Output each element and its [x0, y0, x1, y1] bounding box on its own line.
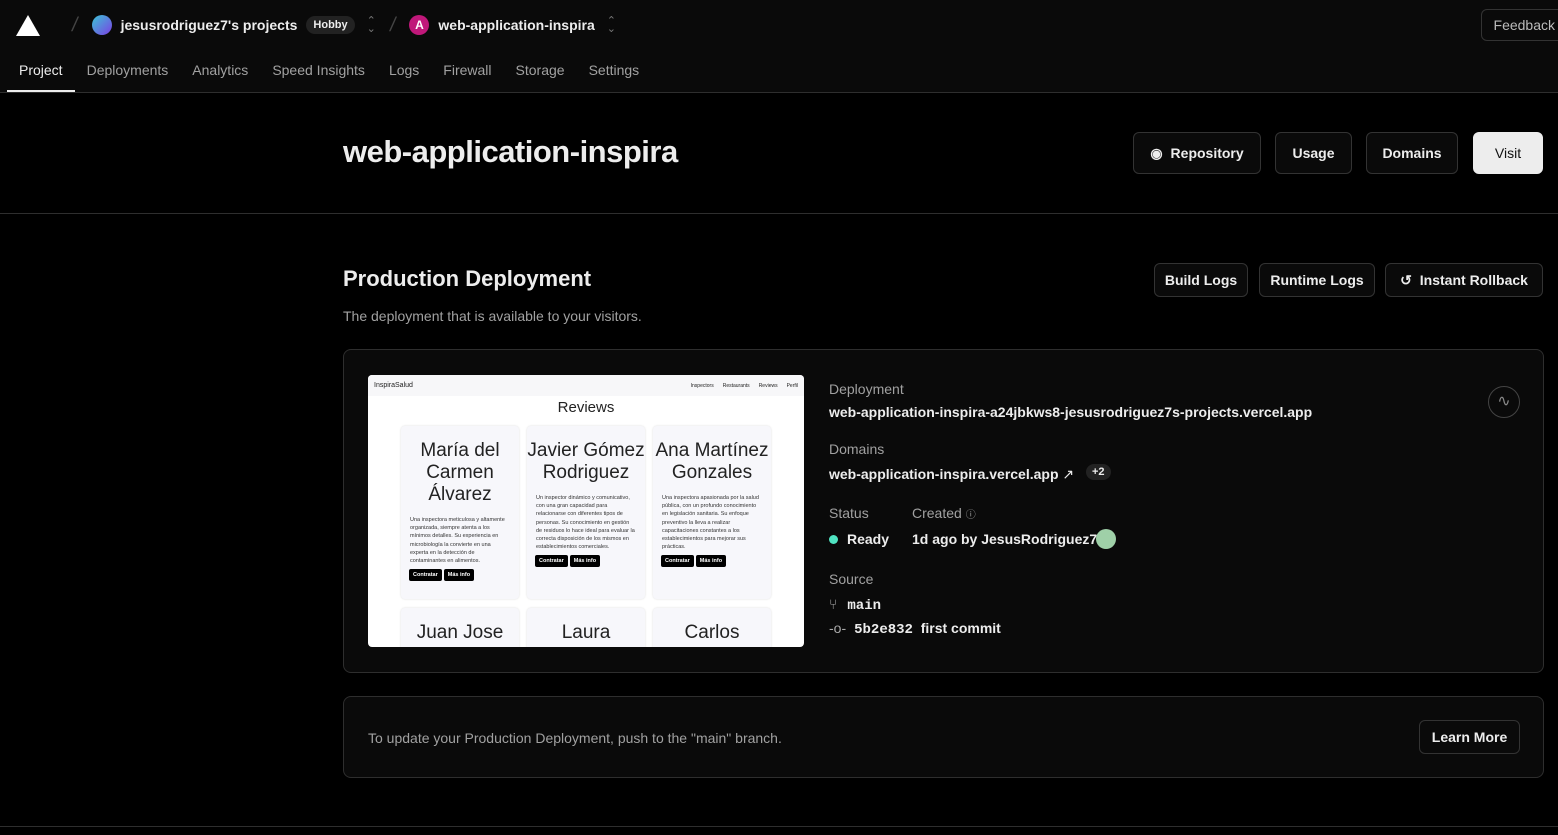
plan-badge: Hobby — [306, 16, 355, 34]
status-value: Ready — [829, 531, 889, 547]
card-name: Juan Jose — [416, 622, 504, 643]
card-name: Laura — [561, 622, 611, 643]
instant-rollback-button[interactable]: ↺ Instant Rollback — [1385, 263, 1543, 297]
tab-storage[interactable]: Storage — [504, 52, 577, 92]
tab-settings[interactable]: Settings — [577, 52, 652, 92]
preview-link: Inspectors — [690, 382, 714, 389]
card-name: María del Carmen Álvarez — [420, 440, 500, 505]
commit-hash: 5b2e832 — [854, 622, 913, 638]
preview-card: Javier Gómez Rodriguez Un inspector dinám… — [527, 426, 645, 599]
build-logs-button[interactable]: Build Logs — [1154, 263, 1248, 297]
deployment-url[interactable]: web-application-inspira-a24jbkws8-jesusr… — [829, 404, 1312, 420]
tab-speed-insights[interactable]: Speed Insights — [260, 52, 377, 92]
more-info-button: Más info — [695, 555, 727, 568]
created-label-text: Created — [912, 505, 962, 521]
divider — [0, 826, 1558, 827]
tab-firewall[interactable]: Firewall — [431, 52, 503, 92]
card-desc: Una inspectora meticulosa y altamente or… — [410, 517, 505, 565]
deployment-preview[interactable]: InspiraSalud Inspectors Restaurants Review… — [368, 375, 804, 647]
separator: / — [70, 13, 80, 36]
tab-logs[interactable]: Logs — [377, 52, 431, 92]
usage-button[interactable]: Usage — [1275, 132, 1352, 174]
preview-card: María del Carmen Álvarez Una inspectora m… — [401, 426, 519, 599]
source-label: Source — [829, 571, 874, 587]
created-value: 1d ago by JesusRodriguez7 — [912, 531, 1098, 547]
domains-label: Domains — [829, 441, 885, 457]
team-avatar — [91, 15, 112, 35]
status-text: Ready — [847, 531, 890, 547]
top-bar: / jesusrodriguez7's projects Hobby ⌃ ⌄ / … — [0, 0, 1558, 93]
hire-button: Contratar — [661, 555, 694, 568]
hire-button: Contratar — [409, 569, 442, 582]
git-branch-icon: ⑂ — [829, 596, 838, 612]
preview-title: Reviews — [557, 399, 615, 416]
domain-text: web-application-inspira.vercel.app — [829, 466, 1059, 482]
update-notice: To update your Production Deployment, pu… — [343, 696, 1544, 778]
repository-label: Repository — [1170, 145, 1244, 161]
project-avatar: A — [409, 15, 430, 35]
branch[interactable]: ⑂ main — [829, 596, 881, 614]
more-info-button: Más info — [569, 555, 601, 568]
deployment-card: InspiraSalud Inspectors Restaurants Review… — [343, 349, 1544, 673]
chevron-updown-icon[interactable]: ⌃ ⌄ — [607, 16, 616, 35]
hire-button: Contratar — [535, 555, 568, 568]
visit-button[interactable]: Visit — [1473, 132, 1543, 174]
card-name: Ana Martínez Gonzales — [655, 440, 769, 483]
preview-card: Ana Martínez Gonzales Una inspectora apas… — [653, 426, 771, 599]
branch-name: main — [847, 598, 882, 614]
created-label: Created ⓘ — [912, 505, 976, 521]
preview-card: Juan Jose — [401, 608, 519, 647]
runtime-logs-button[interactable]: Runtime Logs — [1259, 263, 1375, 297]
page-title: web-application-inspira — [343, 134, 678, 169]
card-name: Carlos — [684, 622, 740, 643]
feedback-button[interactable]: Feedback — [1480, 9, 1558, 41]
card-name: Javier Gómez Rodriguez — [527, 440, 645, 483]
status-dot — [829, 535, 838, 544]
deployment-label: Deployment — [829, 381, 904, 397]
separator: / — [388, 13, 398, 36]
team-switcher[interactable]: jesusrodriguez7's projects — [121, 17, 298, 33]
external-link-icon: ↗ — [1062, 466, 1075, 482]
extra-domains-badge[interactable]: +2 — [1086, 464, 1111, 480]
tab-analytics[interactable]: Analytics — [180, 52, 260, 92]
tab-project[interactable]: Project — [7, 52, 75, 92]
section-subtitle: The deployment that is available to your… — [343, 308, 642, 324]
notice-text: To update your Production Deployment, pu… — [368, 730, 782, 746]
preview-card: Carlos — [653, 608, 771, 647]
info-icon[interactable]: ⓘ — [966, 510, 976, 521]
project-switcher[interactable]: web-application-inspira — [438, 17, 594, 33]
tab-deployments[interactable]: Deployments — [75, 52, 181, 92]
preview-brand: InspiraSalud — [374, 382, 413, 389]
section-title: Production Deployment — [343, 266, 592, 291]
status-label: Status — [829, 505, 869, 521]
card-desc: Una inspectora apasionada por la salud p… — [662, 495, 759, 551]
commit-message: first commit — [920, 620, 1001, 636]
rollback-label: Instant Rollback — [1419, 272, 1528, 288]
learn-more-button[interactable]: Learn More — [1419, 720, 1520, 754]
more-info-button: Más info — [443, 569, 475, 582]
preview-link: Restaurants — [722, 382, 750, 389]
user-avatar — [1096, 529, 1116, 549]
card-desc: Un inspector dinámico y comunicativo, co… — [536, 495, 635, 551]
rollback-icon: ↺ — [1400, 271, 1412, 288]
preview-link: Reviews — [758, 382, 778, 389]
activity-icon[interactable]: ∿ — [1488, 386, 1520, 418]
domain-link[interactable]: web-application-inspira.vercel.app ↗ — [829, 466, 1074, 483]
domains-button[interactable]: Domains — [1366, 132, 1458, 174]
vercel-logo-icon[interactable] — [16, 14, 40, 36]
git-commit-icon: -o- — [829, 620, 847, 636]
preview-card: Laura — [527, 608, 645, 647]
preview-link: Perfil — [786, 382, 798, 389]
commit[interactable]: -o- 5b2e832 first commit — [829, 620, 1001, 638]
repository-button[interactable]: ◉ Repository — [1133, 132, 1261, 174]
chevron-updown-icon[interactable]: ⌃ ⌄ — [367, 16, 376, 35]
github-icon: ◉ — [1150, 144, 1163, 161]
project-tabs: Project Deployments Analytics Speed Insi… — [7, 52, 651, 92]
